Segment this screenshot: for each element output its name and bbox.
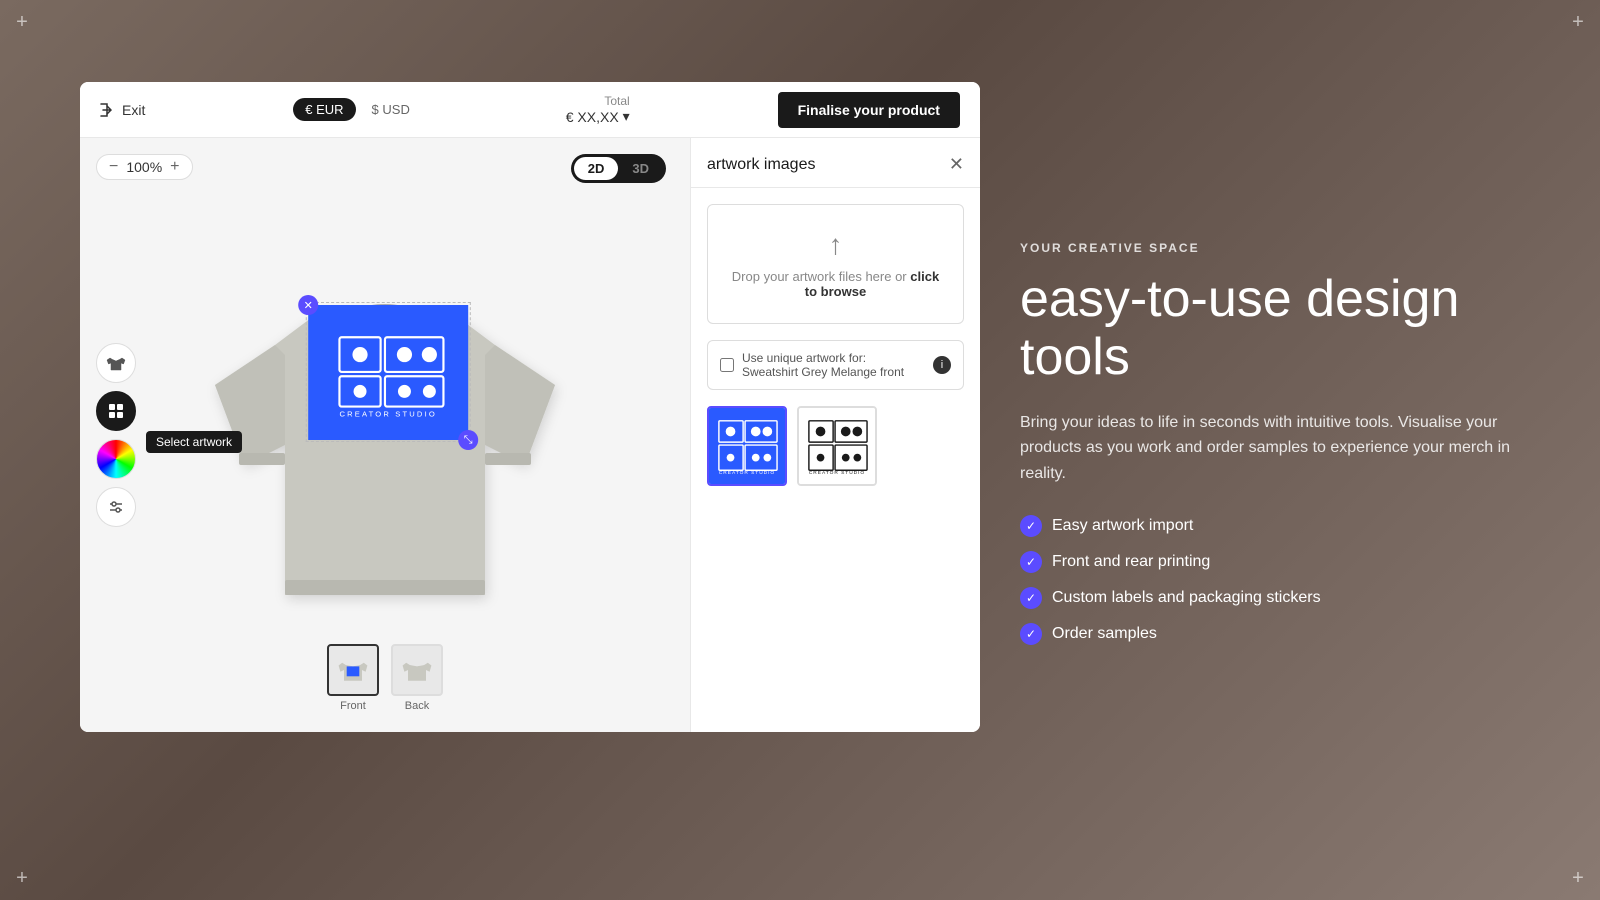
design-area: − 100% + 2D 3D (80, 138, 690, 732)
left-toolbar: Select artwork (96, 343, 136, 527)
thumb-back[interactable]: Back (391, 644, 443, 712)
artwork-item-2[interactable]: CREATOR STUDIO (797, 406, 877, 486)
modal-header: Exit € EUR $ USD Total € XX,XX ▾ Finalis… (80, 82, 980, 138)
check-icon-3: ✓ (1020, 587, 1042, 609)
upload-text: Drop your artwork files here or click to… (724, 269, 947, 299)
artwork-item-1[interactable]: CREATOR STUDIO (707, 406, 787, 486)
info-icon[interactable]: i (933, 356, 951, 374)
svg-text:CREATOR STUDIO: CREATOR STUDIO (809, 470, 865, 476)
zoom-out-button[interactable]: − (109, 159, 118, 175)
upload-icon: ↑ (724, 229, 947, 261)
zoom-control: − 100% + (96, 154, 193, 180)
total-chevron-icon: ▾ (623, 108, 630, 125)
thumb-front-image (327, 644, 379, 696)
modal-body: − 100% + 2D 3D (80, 138, 980, 732)
eur-button[interactable]: € EUR (293, 98, 355, 121)
artwork-panel: artwork images ✕ ↑ Drop your artwork fil… (690, 138, 980, 732)
design-image[interactable]: ✕ (308, 305, 468, 440)
feature-item-1: ✓ Easy artwork import (1020, 515, 1540, 537)
modal-container: Exit € EUR $ USD Total € XX,XX ▾ Finalis… (80, 82, 980, 732)
unique-artwork-label: Use unique artwork for: Sweatshirt Grey … (742, 351, 925, 379)
select-artwork-tooltip: Select artwork (146, 431, 242, 453)
artwork-black-svg: CREATOR STUDIO (803, 415, 871, 478)
thumbnails-row: Front Back (327, 644, 443, 712)
feature-item-2: ✓ Front and rear printing (1020, 551, 1540, 573)
creative-headline: easy-to-use design tools (1020, 271, 1540, 385)
right-creative-panel: YOUR CREATIVE SPACE easy-to-use design t… (980, 0, 1600, 900)
artwork-panel-header: artwork images ✕ (691, 138, 980, 188)
color-button[interactable] (96, 439, 136, 479)
artwork-blue-svg: CREATOR STUDIO (713, 415, 781, 478)
creator-logo-svg: CREATOR STUDIO (323, 323, 453, 423)
design-resize-button[interactable]: ⤡ (458, 430, 478, 450)
corner-tl-cross: + (10, 10, 34, 34)
check-icon-1: ✓ (1020, 515, 1042, 537)
thumb-back-svg (399, 652, 435, 688)
close-artwork-panel-button[interactable]: ✕ (949, 154, 964, 175)
thumb-front-label: Front (340, 700, 366, 712)
svg-text:CREATOR STUDIO: CREATOR STUDIO (719, 470, 775, 476)
artwork-black: CREATOR STUDIO (799, 408, 875, 484)
artwork-panel-title: artwork images (707, 156, 815, 174)
finalise-button[interactable]: Finalise your product (778, 92, 960, 128)
exit-button[interactable]: Exit (100, 102, 145, 118)
feature-list: ✓ Easy artwork import ✓ Front and rear p… (1020, 515, 1540, 659)
total-price-value: € XX,XX (566, 109, 619, 125)
thumb-back-label: Back (405, 700, 429, 712)
feature-label-1: Easy artwork import (1052, 517, 1193, 535)
feature-label-4: Order samples (1052, 625, 1157, 643)
color-wheel-icon (106, 449, 126, 469)
artwork-icon (106, 401, 126, 421)
adjust-icon (106, 497, 126, 517)
thumb-back-image (391, 644, 443, 696)
creative-space-label: YOUR CREATIVE SPACE (1020, 241, 1540, 255)
design-close-button[interactable]: ✕ (298, 295, 318, 315)
view-2d-button[interactable]: 2D (574, 157, 619, 180)
total-area: Total € XX,XX ▾ (566, 94, 630, 125)
unique-artwork-checkbox[interactable] (720, 358, 734, 372)
exit-icon (100, 102, 116, 118)
view-toggle: 2D 3D (571, 154, 666, 183)
svg-text:CREATOR STUDIO: CREATOR STUDIO (339, 409, 436, 418)
feature-label-3: Custom labels and packaging stickers (1052, 589, 1321, 607)
creative-description: Bring your ideas to life in seconds with… (1020, 410, 1540, 487)
corner-br-cross: + (1566, 866, 1590, 890)
artwork-blue: CREATOR STUDIO (709, 408, 785, 484)
feature-item-3: ✓ Custom labels and packaging stickers (1020, 587, 1540, 609)
view-3d-button[interactable]: 3D (618, 157, 663, 180)
check-icon-4: ✓ (1020, 623, 1042, 645)
upload-area[interactable]: ↑ Drop your artwork files here or click … (707, 204, 964, 324)
total-label: Total (604, 94, 629, 108)
corner-tr-cross: + (1566, 10, 1590, 34)
exit-label: Exit (122, 102, 145, 118)
feature-label-2: Front and rear printing (1052, 553, 1210, 571)
zoom-in-button[interactable]: + (170, 159, 179, 175)
tshirt-button[interactable] (96, 343, 136, 383)
corner-bl-cross: + (10, 866, 34, 890)
artwork-grid: CREATOR STUDIO (707, 406, 964, 486)
feature-item-4: ✓ Order samples (1020, 623, 1540, 645)
artwork-panel-body: ↑ Drop your artwork files here or click … (691, 188, 980, 732)
unique-artwork-row: Use unique artwork for: Sweatshirt Grey … (707, 340, 964, 390)
thumb-front[interactable]: Front (327, 644, 379, 712)
check-icon-2: ✓ (1020, 551, 1042, 573)
select-artwork-button[interactable] (96, 391, 136, 431)
usd-button[interactable]: $ USD (364, 98, 418, 121)
currency-toggle: € EUR $ USD (293, 98, 418, 121)
tshirt-icon (106, 353, 126, 373)
total-price: € XX,XX ▾ (566, 108, 630, 125)
thumb-front-svg (335, 652, 371, 688)
adjust-button[interactable] (96, 487, 136, 527)
zoom-level: 100% (126, 159, 162, 175)
